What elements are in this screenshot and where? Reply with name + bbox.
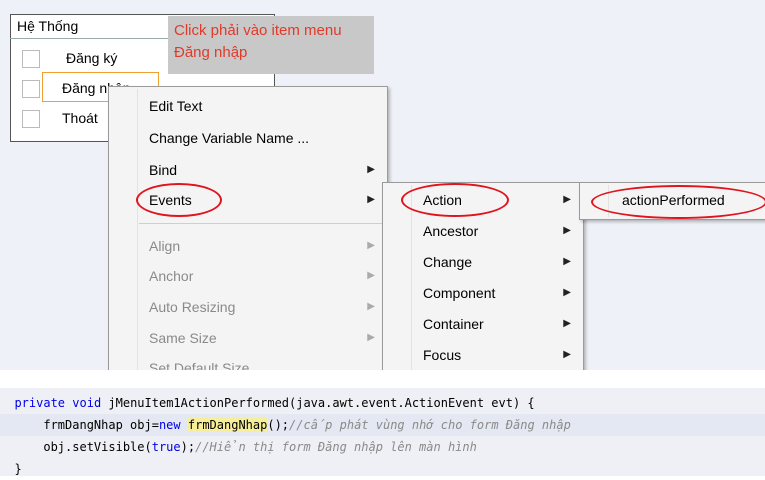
submenu-arrow-icon: ▶ <box>563 256 571 267</box>
menu-item-label: Focus <box>423 347 462 363</box>
menu-item-align[interactable]: Align ▶ <box>109 231 387 261</box>
menu-item-container[interactable]: Container ▶ <box>383 309 583 339</box>
code-keyword: true <box>151 440 181 454</box>
code-text: jMenuItem1ActionPerformed(java.awt.event… <box>101 396 535 410</box>
menu-item-change[interactable]: Change ▶ <box>383 247 583 277</box>
submenu-arrow-icon: ▶ <box>563 349 571 360</box>
code-keyword: private <box>14 396 66 410</box>
menu-item-label: Auto Resizing <box>149 299 236 315</box>
menu-item-dang-ky[interactable]: Đăng ký <box>66 50 117 66</box>
menu-item-checkbox[interactable] <box>22 50 40 68</box>
submenu-arrow-icon: ▶ <box>563 225 571 236</box>
code-line-1: private void jMenuItem1ActionPerformed(j… <box>0 392 765 414</box>
submenu-arrow-icon: ▶ <box>563 194 571 205</box>
code-text: obj.setVisible( <box>43 440 152 454</box>
submenu-arrow-icon: ▶ <box>367 270 375 281</box>
menu-item-label: Change Variable Name ... <box>149 130 310 146</box>
annotation-oval-action <box>401 183 509 217</box>
menu-item-label: Change <box>423 254 473 270</box>
submenu-arrow-icon: ▶ <box>367 332 375 343</box>
code-line-3: obj.setVisible(true);//Hiển thị form Đăn… <box>0 436 765 458</box>
menu-item-anchor[interactable]: Anchor ▶ <box>109 261 387 291</box>
menu-item-label: Ancestor <box>423 223 479 239</box>
context-menu: Edit Text Change Variable Name ... Bind ▶… <box>108 86 388 370</box>
code-keyword: new <box>158 418 181 432</box>
menu-item-label: Edit Text <box>149 98 203 114</box>
menu-item-focus[interactable]: Focus ▶ <box>383 340 583 370</box>
menu-item-label: Container <box>423 316 484 332</box>
menu-item-bind[interactable]: Bind ▶ <box>109 155 387 185</box>
menu-separator <box>139 223 383 224</box>
menu-item-label: Align <box>149 238 181 254</box>
annotation-oval-events <box>136 183 222 217</box>
submenu-arrow-icon: ▶ <box>367 194 375 205</box>
code-text: frmDangNhap obj= <box>43 418 159 432</box>
code-line-2: frmDangNhap obj=new frmDangNhap();//cấp … <box>0 414 765 436</box>
code-comment: //Hiển thị form Đăng nhập lên màn hình <box>195 440 477 454</box>
menu-item-label: Same Size <box>149 330 217 346</box>
code-text: ); <box>180 440 196 454</box>
code-text: (); <box>267 418 290 432</box>
submenu-arrow-icon: ▶ <box>367 164 375 175</box>
annotation-oval-action-performed <box>591 185 765 219</box>
menu-item-same-size[interactable]: Same Size ▶ <box>109 323 387 353</box>
submenu-arrow-icon: ▶ <box>367 240 375 251</box>
menu-item-change-variable-name[interactable]: Change Variable Name ... <box>109 123 387 153</box>
menu-item-label: Anchor <box>149 268 194 284</box>
menu-item-set-default-size[interactable]: Set Default Size <box>109 353 387 370</box>
menu-item-label: Set Default Size <box>149 360 250 370</box>
submenu-arrow-icon: ▶ <box>367 301 375 312</box>
submenu-arrow-icon: ▶ <box>563 287 571 298</box>
menu-item-checkbox[interactable] <box>22 110 40 128</box>
instruction-callout: Click phải vào item menu Đăng nhập <box>168 16 374 74</box>
menu-item-checkbox[interactable] <box>22 80 40 98</box>
submenu-arrow-icon: ▶ <box>563 318 571 329</box>
code-line-4: } <box>0 458 765 480</box>
menu-item-edit-text[interactable]: Edit Text <box>109 91 387 121</box>
menu-item-label: Bind <box>149 162 178 178</box>
form-designer-canvas: Hệ Thống Đăng ký Đăng nhập Thoát Click p… <box>0 0 765 370</box>
menu-title[interactable]: Hệ Thống <box>17 18 78 34</box>
code-comment: //cấp phát vùng nhớ cho form Đăng nhập <box>289 418 571 432</box>
code-highlight: frmDangNhap <box>187 418 268 432</box>
menu-item-auto-resizing[interactable]: Auto Resizing ▶ <box>109 292 387 322</box>
menu-item-component[interactable]: Component ▶ <box>383 278 583 308</box>
menu-item-label: Component <box>423 285 496 301</box>
code-keyword: void <box>72 396 102 410</box>
menu-item-ancestor[interactable]: Ancestor ▶ <box>383 216 583 246</box>
menu-item-thoat[interactable]: Thoát <box>62 110 98 126</box>
code-text: } <box>14 462 22 476</box>
